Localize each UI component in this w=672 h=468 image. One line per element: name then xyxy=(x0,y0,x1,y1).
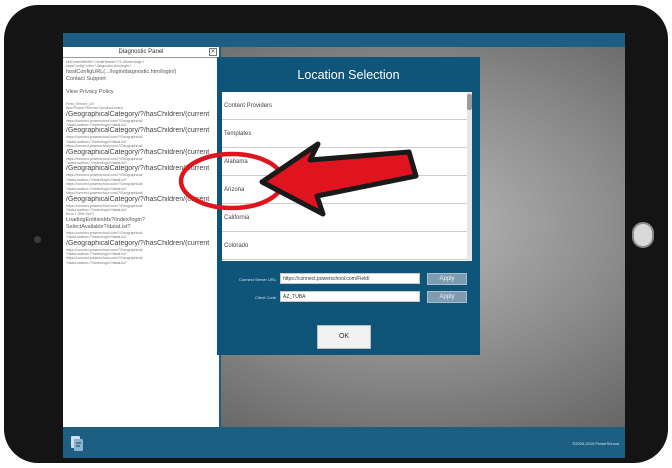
log-line[interactable]: View Privacy Policy xyxy=(66,89,216,96)
location-list-item[interactable]: Arizona xyxy=(222,176,468,204)
location-list-item[interactable]: Content Providers xyxy=(222,92,468,120)
close-icon[interactable]: ✕ xyxy=(209,48,217,56)
front-camera xyxy=(34,236,41,243)
connect-server-input[interactable] xyxy=(280,273,420,284)
log-line: /GeographicalCategory/?/hasChildren/(cur… xyxy=(66,148,210,156)
log-line: /GeographicalCategory/?/hasChildren/(cur… xyxy=(66,127,210,135)
diagnostic-panel-title: Diagnostic Panel xyxy=(118,49,164,55)
location-list-item[interactable]: Alabama xyxy=(222,148,468,176)
copyright-text: ©2005-2019 PowerSchool xyxy=(572,441,619,446)
diagnostic-panel: Diagnostic Panel ✕ setContentWidth?://ho… xyxy=(63,47,221,427)
location-list-item[interactable]: Templates xyxy=(222,120,468,148)
log-line: /GeographicalCategory/?/hasChildren/(cur… xyxy=(66,110,210,118)
client-code-input[interactable] xyxy=(280,291,420,302)
connect-server-label: Connect Server URL: xyxy=(238,277,277,282)
location-list-item[interactable]: Colorado xyxy=(222,232,468,260)
ok-button[interactable]: OK xyxy=(317,325,371,349)
log-line: hostConfigURL(.../login/diagnostic.htm/l… xyxy=(66,68,177,75)
powerschool-logo-icon xyxy=(71,436,83,451)
apply-client-code-button[interactable]: Apply xyxy=(427,291,467,303)
log-line: ?dataLocation=?/index/login?/dataList? xyxy=(66,260,127,265)
scrollbar-thumb[interactable] xyxy=(467,94,472,110)
home-button[interactable] xyxy=(632,222,654,248)
log-line: SelectAvailable?/dataList? xyxy=(66,223,131,230)
log-line: /GeographicalCategory/?/hasChildren/(cur… xyxy=(66,165,210,173)
top-bar xyxy=(63,33,625,47)
log-line: /GeographicalCategory/?/hasChildren/(cur… xyxy=(66,239,210,247)
log-line: /GeographicalCategory/?/hasChildren/(cur… xyxy=(66,195,210,203)
client-code-label: Client Code: xyxy=(254,295,277,300)
diagnostic-panel-header: Diagnostic Panel ✕ xyxy=(63,47,219,58)
log-line[interactable]: Contact Support xyxy=(66,76,216,83)
apply-server-button[interactable]: Apply xyxy=(427,273,467,285)
scrollbar[interactable] xyxy=(467,92,472,261)
log-line: LoadingEntitiesIds?/index/login? xyxy=(66,216,145,223)
app-screen: Diagnostic Panel ✕ setContentWidth?://ho… xyxy=(63,33,625,458)
location-selection-dialog: Location Selection Content Providers Temp… xyxy=(217,57,480,355)
bottom-bar: ©2005-2019 PowerSchool xyxy=(63,427,625,458)
dialog-title: Location Selection xyxy=(297,68,400,82)
location-list-item[interactable]: California xyxy=(222,204,468,232)
location-list: Content Providers Templates Alabama Arizona… xyxy=(222,92,468,261)
diagnostic-log: setContentWidth?://hostHeader?/?1.0/inde… xyxy=(63,58,219,267)
